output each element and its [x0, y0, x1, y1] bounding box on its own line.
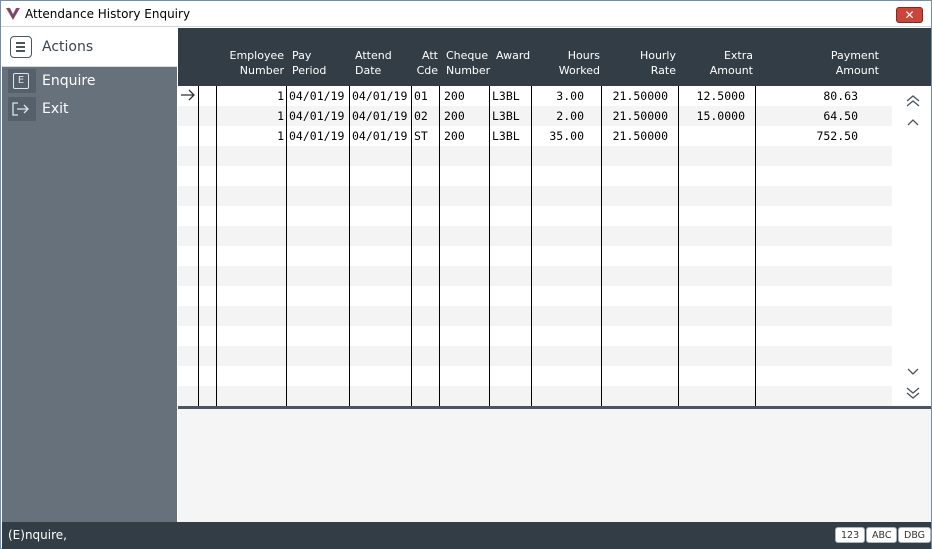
- cell-award[interactable]: L3BL: [492, 86, 530, 106]
- cell-pay-period[interactable]: 04/01/19: [289, 126, 349, 146]
- col-header-employee-number[interactable]: Employee Number: [218, 48, 284, 78]
- column-divider: [198, 86, 199, 406]
- cell-hours-worked[interactable]: 2.00: [534, 106, 584, 126]
- cell-extra-amount[interactable]: [681, 126, 745, 146]
- current-row-arrow-icon: [181, 89, 195, 101]
- grid-body: 1 04/01/19 04/01/19 01 200 L3BL 3.00 21.…: [178, 86, 892, 406]
- column-divider: [489, 86, 490, 406]
- grid-bottom-divider: [178, 406, 931, 409]
- numeric-mode-badge[interactable]: 123: [835, 527, 866, 543]
- cell-attend-date[interactable]: 04/01/19: [352, 126, 412, 146]
- col-header-cheque-number[interactable]: Cheque Number: [446, 48, 496, 78]
- cell-attend-date[interactable]: 04/01/19: [352, 106, 412, 126]
- col-header-award[interactable]: Award: [496, 48, 536, 63]
- enquire-key-icon: E: [13, 73, 29, 89]
- column-divider: [286, 86, 287, 406]
- cell-cheque-number[interactable]: 200: [444, 106, 488, 126]
- cell-hours-worked[interactable]: 35.00: [534, 126, 584, 146]
- status-bar: (E)nquire, 123 ABC DBG: [2, 522, 932, 549]
- col-header-hourly-rate[interactable]: Hourly Rate: [608, 48, 676, 78]
- cell-extra-amount[interactable]: 15.0000: [681, 106, 745, 126]
- cell-hourly-rate[interactable]: 21.50000: [604, 126, 668, 146]
- cell-attend-date[interactable]: 04/01/19: [352, 86, 412, 106]
- debug-mode-badge[interactable]: DBG: [898, 527, 932, 543]
- column-divider: [216, 86, 217, 406]
- actions-header[interactable]: Actions: [2, 28, 177, 67]
- column-divider: [601, 86, 602, 406]
- action-exit-label: Exit: [42, 101, 69, 117]
- hamburger-menu-icon[interactable]: [10, 36, 32, 58]
- alpha-mode-badge[interactable]: ABC: [866, 527, 898, 543]
- action-enquire[interactable]: E Enquire: [2, 69, 177, 93]
- scroll-last-icon[interactable]: [905, 386, 921, 400]
- cell-cheque-number[interactable]: 200: [444, 86, 488, 106]
- cell-hours-worked[interactable]: 3.00: [534, 86, 584, 106]
- cell-employee-number[interactable]: 1: [218, 106, 284, 126]
- cell-payment-amount[interactable]: 64.50: [758, 106, 858, 126]
- window-title: Attendance History Enquiry: [25, 7, 191, 21]
- cell-award[interactable]: L3BL: [492, 126, 530, 146]
- cell-award[interactable]: L3BL: [492, 106, 530, 126]
- app-logo-icon: [6, 7, 20, 20]
- status-hint: (E)nquire,: [8, 528, 67, 542]
- cell-cheque-number[interactable]: 200: [444, 126, 488, 146]
- actions-title: Actions: [42, 39, 94, 55]
- cell-payment-amount[interactable]: 752.50: [758, 126, 858, 146]
- cell-hourly-rate[interactable]: 21.50000: [604, 86, 668, 106]
- exit-icon: [12, 102, 29, 116]
- col-header-extra-amount[interactable]: Extra Amount: [683, 48, 753, 78]
- cell-att-cde[interactable]: 02: [414, 106, 438, 126]
- column-divider: [678, 86, 679, 406]
- col-header-payment-amount[interactable]: Payment Amount: [778, 48, 879, 78]
- column-divider: [349, 86, 350, 406]
- action-enquire-label: Enquire: [42, 73, 96, 89]
- column-divider: [531, 86, 532, 406]
- attendance-grid: Employee Number Pay Period Attend Date Att C…: [178, 28, 931, 522]
- col-header-pay-period[interactable]: Pay Period: [292, 48, 342, 78]
- grid-scroll-controls: [892, 86, 931, 406]
- col-header-hours-worked[interactable]: Hours Worked: [538, 48, 600, 78]
- close-button[interactable]: ✕: [896, 7, 923, 23]
- cell-hourly-rate[interactable]: 21.50000: [604, 106, 668, 126]
- col-header-att-cde[interactable]: Att Cde: [408, 48, 438, 78]
- actions-sidebar: Actions E Enquire Exit: [2, 28, 177, 522]
- cell-att-cde[interactable]: ST: [414, 126, 438, 146]
- col-header-attend-date[interactable]: Attend Date: [355, 48, 410, 78]
- cell-att-cde[interactable]: 01: [414, 86, 438, 106]
- scroll-down-icon[interactable]: [905, 364, 921, 378]
- cell-pay-period[interactable]: 04/01/19: [289, 106, 349, 126]
- scroll-first-icon[interactable]: [905, 94, 921, 108]
- scroll-up-icon[interactable]: [905, 116, 921, 130]
- cell-employee-number[interactable]: 1: [218, 126, 284, 146]
- cell-extra-amount[interactable]: 12.5000: [681, 86, 745, 106]
- title-bar: Attendance History Enquiry ✕: [1, 1, 931, 27]
- cell-payment-amount[interactable]: 80.63: [758, 86, 858, 106]
- column-divider: [755, 86, 756, 406]
- column-divider: [439, 86, 440, 406]
- attendance-history-window: Attendance History Enquiry ✕ Actions E E…: [0, 0, 932, 549]
- action-exit[interactable]: Exit: [2, 97, 177, 121]
- grid-header: Employee Number Pay Period Attend Date Att C…: [178, 28, 931, 86]
- cell-pay-period[interactable]: 04/01/19: [289, 86, 349, 106]
- cell-employee-number[interactable]: 1: [218, 86, 284, 106]
